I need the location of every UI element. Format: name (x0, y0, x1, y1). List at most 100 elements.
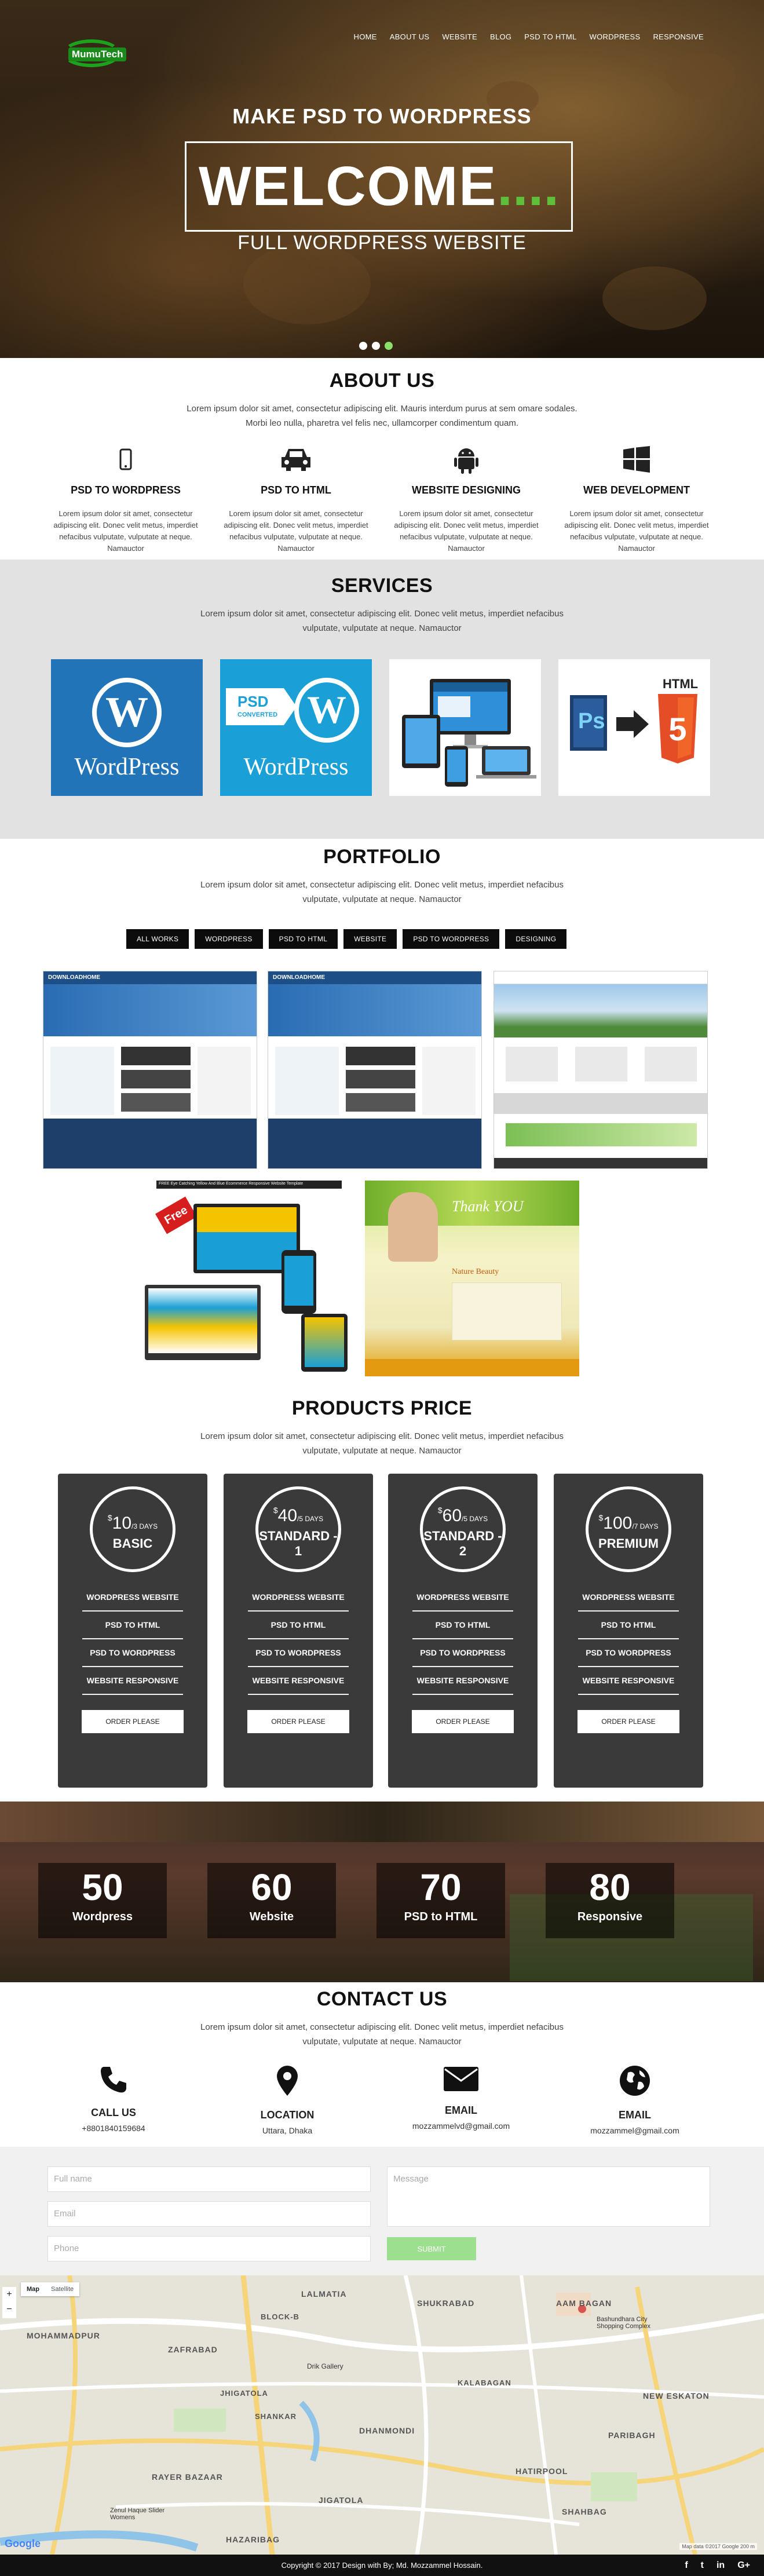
filter-all-works[interactable]: ALL WORKS (126, 929, 189, 949)
filter-website[interactable]: WEBSITE (343, 929, 397, 949)
portfolio-title: PORTFOLIO (323, 846, 441, 868)
email-envelope-icon (444, 2067, 478, 2091)
map-label: DHANMONDI (359, 2426, 415, 2435)
service-tile-ps-to-html5[interactable]: Ps HTML 5 (558, 659, 710, 796)
map-type-satellite[interactable]: Satellite (45, 2282, 79, 2296)
order-button[interactable]: ORDER PLEASE (82, 1710, 184, 1733)
map-zoom-controls[interactable]: + − (2, 2287, 16, 2318)
feature-web-development: WEB DEVELOPMENT Lorem ipsum dolor sit am… (558, 445, 715, 554)
map-label: PARIBAGH (608, 2431, 656, 2440)
nav-responsive[interactable]: RESPONSIVE (653, 32, 704, 41)
portfolio-shot-video (121, 1047, 191, 1065)
feature-website-designing: WEBSITE DESIGNING Lorem ipsum dolor sit … (388, 445, 544, 554)
nav-home[interactable]: HOME (354, 32, 377, 41)
map-label: SHUKRABAD (417, 2299, 475, 2308)
message-textarea[interactable]: Message (387, 2166, 710, 2227)
google-map[interactable]: Map Satellite + − LALMATIA BLOCK-B SHUKRA… (0, 2275, 764, 2555)
plan-feature: PSD TO HTML (412, 1612, 513, 1639)
slider-dot[interactable] (359, 342, 367, 350)
plan-feature: PSD TO WORDPRESS (578, 1639, 679, 1667)
portfolio-shot-video (346, 1047, 415, 1065)
slider-dot-active[interactable] (385, 342, 393, 350)
nav-wordpress[interactable]: WORDPRESS (590, 32, 641, 41)
map-label: AAM BAGAN (556, 2299, 612, 2308)
filter-designing[interactable]: DESIGNING (505, 929, 567, 949)
feature-title: PSD TO WORDPRESS (71, 484, 181, 496)
counter-value: 60 (251, 1866, 293, 1908)
slider-dot[interactable] (372, 342, 380, 350)
welcome-text: WELCOME (199, 155, 498, 217)
portfolio-shot-aside (198, 1047, 251, 1115)
service-caption: WordPress (74, 754, 180, 780)
slider-pagination (359, 342, 393, 350)
facebook-icon[interactable]: f (685, 2560, 688, 2571)
service-tile-psd-converted[interactable]: W PSD CONVERTED WordPress (220, 659, 372, 796)
service-html-text: HTML (663, 677, 699, 691)
plan-name: BASIC (112, 1536, 153, 1551)
car-icon (218, 445, 374, 474)
portfolio-item-download-home-1[interactable]: DOWNLOADHOME (43, 971, 257, 1169)
order-button[interactable]: ORDER PLEASE (247, 1710, 349, 1733)
contact-item-value[interactable]: mozzammelvd@gmail.com (403, 2121, 519, 2131)
portfolio-item-ecommerce-template[interactable]: FREE Eye Catching Yellow And Blue Ecomme… (139, 1181, 353, 1377)
filter-psd-to-wordpress[interactable]: PSD TO WORDPRESS (403, 929, 500, 949)
submit-button[interactable]: SUBMIT (387, 2237, 476, 2260)
service-tile-responsive-devices[interactable] (389, 659, 541, 796)
feature-psd-to-wordpress: PSD TO WORDPRESS Lorem ipsum dolor sit a… (47, 445, 204, 554)
service-tile-wordpress[interactable]: W WordPress (51, 659, 203, 796)
counter-label: PSD to HTML (404, 1910, 478, 1923)
portfolio-shot-footer (494, 1158, 707, 1168)
portfolio-shot-tablet (301, 1314, 348, 1372)
copyright-text: Copyright © 2017 Design with By; Md. Moz… (281, 2561, 483, 2570)
portfolio-shot-header (494, 971, 707, 984)
phone-input[interactable]: Phone (47, 2236, 371, 2261)
about-title: ABOUT US (329, 370, 435, 392)
contact-item-title: EMAIL (445, 2104, 477, 2116)
nav-psd-to-html[interactable]: PSD TO HTML (524, 32, 576, 41)
hero-hand-image (243, 243, 371, 324)
price-value: $40/5 DAYS (273, 1505, 324, 1525)
portfolio-shot-phone (282, 1250, 316, 1314)
main-nav: HOME ABOUT US WEBSITE BLOG PSD TO HTML W… (354, 32, 704, 41)
contact-title: CONTACT US (316, 1988, 448, 2010)
windows-icon (558, 445, 715, 474)
email-input[interactable]: Email (47, 2201, 371, 2227)
nav-website[interactable]: WEBSITE (442, 32, 477, 41)
portfolio-shot-banner (268, 984, 481, 1036)
filter-psd-to-html[interactable]: PSD TO HTML (268, 929, 338, 949)
counter-label: Website (249, 1910, 294, 1923)
counter-label: Wordpress (72, 1910, 133, 1923)
twitter-icon[interactable]: t (701, 2560, 704, 2571)
nav-about[interactable]: ABOUT US (390, 32, 430, 41)
map-type-map[interactable]: Map (21, 2282, 45, 2296)
order-button[interactable]: ORDER PLEASE (412, 1710, 514, 1733)
pricing-card-premium: $100/7 DAYS PREMIUM WORDPRESS WEBSITE PS… (554, 1474, 703, 1788)
plan-feature: WORDPRESS WEBSITE (578, 1584, 679, 1612)
full-name-input[interactable]: Full name (47, 2166, 371, 2192)
filter-wordpress[interactable]: WORDPRESS (195, 929, 263, 949)
plan-feature: WORDPRESS WEBSITE (248, 1584, 349, 1612)
map-label: RAYER BAZAAR (152, 2472, 223, 2482)
order-button[interactable]: ORDER PLEASE (577, 1710, 679, 1733)
plan-name: STANDARD - 2 (423, 1528, 502, 1558)
linkedin-icon[interactable]: in (717, 2560, 725, 2571)
google-logo: Google (5, 2538, 41, 2549)
plan-feature: PSD TO HTML (248, 1612, 349, 1639)
portfolio-shot-header: DOWNLOADHOME (268, 971, 481, 984)
contact-item-title: EMAIL (619, 2109, 651, 2121)
portfolio-item-house-template[interactable] (494, 971, 708, 1169)
portfolio-shot-sidebar (50, 1047, 114, 1115)
map-label: LALMATIA (301, 2289, 347, 2299)
plan-feature: WEBSITE RESPONSIVE (248, 1667, 349, 1695)
portfolio-item-nature-beauty[interactable]: Thank YOU Nature Beauty (365, 1181, 579, 1376)
contact-item-value[interactable]: mozzammel@gmail.com (577, 2126, 693, 2135)
contact-item-value[interactable]: +8801840159684 (56, 2124, 171, 2133)
portfolio-shot-block (575, 1047, 627, 1081)
location-icon (277, 2066, 298, 2096)
logo[interactable]: MumuTech (60, 35, 127, 75)
nav-blog[interactable]: BLOG (490, 32, 511, 41)
portfolio-item-download-home-2[interactable]: DOWNLOADHOME (268, 971, 482, 1169)
google-plus-icon[interactable]: G+ (737, 2560, 750, 2571)
portfolio-shot-laptop (145, 1285, 261, 1360)
map-label: BLOCK-B (261, 2312, 299, 2321)
